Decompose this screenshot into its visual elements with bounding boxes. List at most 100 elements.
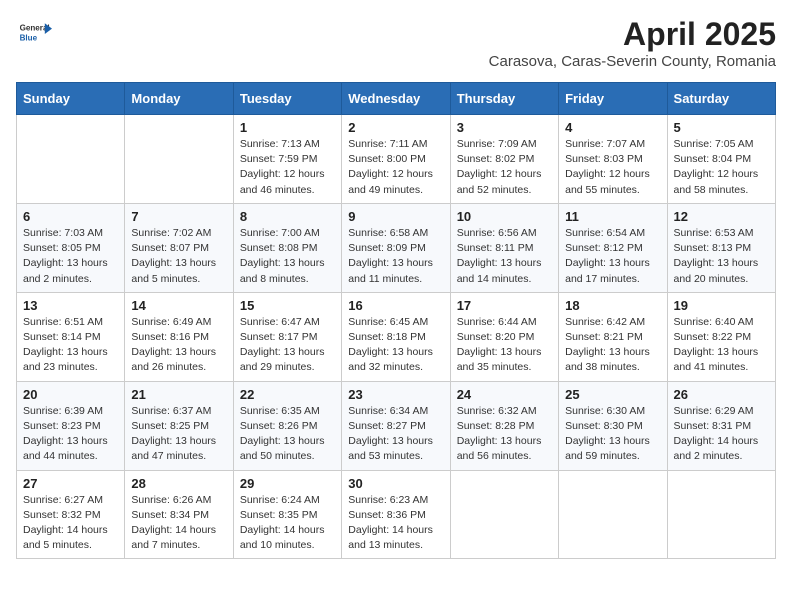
day-number: 28: [131, 476, 226, 491]
day-number: 6: [23, 209, 118, 224]
calendar-cell: [450, 470, 558, 559]
day-number: 23: [348, 387, 443, 402]
day-info: Sunrise: 7:03 AM Sunset: 8:05 PM Dayligh…: [23, 226, 118, 287]
calendar-cell: 22 Sunrise: 6:35 AM Sunset: 8:26 PM Dayli…: [233, 381, 341, 470]
day-number: 11: [565, 209, 660, 224]
day-number: 21: [131, 387, 226, 402]
day-info: Sunrise: 6:24 AM Sunset: 8:35 PM Dayligh…: [240, 493, 335, 554]
calendar-header-saturday: Saturday: [667, 83, 775, 115]
day-info: Sunrise: 6:49 AM Sunset: 8:16 PM Dayligh…: [131, 315, 226, 376]
calendar-cell: [667, 470, 775, 559]
day-info: Sunrise: 6:40 AM Sunset: 8:22 PM Dayligh…: [674, 315, 769, 376]
calendar-cell: 17Sunrise: 6:44 AM Sunset: 8:20 PM Dayli…: [450, 292, 558, 381]
day-info: Sunrise: 7:07 AM Sunset: 8:03 PM Dayligh…: [565, 137, 660, 198]
day-info: Sunrise: 6:39 AM Sunset: 8:23 PM Dayligh…: [23, 404, 118, 465]
calendar-header-thursday: Thursday: [450, 83, 558, 115]
calendar-header-sunday: Sunday: [17, 83, 125, 115]
day-number: 26: [674, 387, 769, 402]
day-number: 8: [240, 209, 335, 224]
calendar-cell: 26 Sunrise: 6:29 AM Sunset: 8:31 PM Dayli…: [667, 381, 775, 470]
calendar-cell: [559, 470, 667, 559]
logo: General Blue: [16, 16, 52, 52]
calendar-cell: 4Sunrise: 7:07 AM Sunset: 8:03 PM Daylig…: [559, 115, 667, 204]
calendar-week-row: 13 Sunrise: 6:51 AM Sunset: 8:14 PM Dayli…: [17, 292, 776, 381]
day-info: Sunrise: 7:02 AM Sunset: 8:07 PM Dayligh…: [131, 226, 226, 287]
day-number: 3: [457, 120, 552, 135]
day-number: 20: [23, 387, 118, 402]
day-info: Sunrise: 6:56 AM Sunset: 8:11 PM Dayligh…: [457, 226, 552, 287]
day-info: Sunrise: 6:32 AM Sunset: 8:28 PM Dayligh…: [457, 404, 552, 465]
month-title: April 2025: [489, 16, 776, 53]
calendar-week-row: 20 Sunrise: 6:39 AM Sunset: 8:23 PM Dayli…: [17, 381, 776, 470]
day-info: Sunrise: 6:30 AM Sunset: 8:30 PM Dayligh…: [565, 404, 660, 465]
calendar-header-row: SundayMondayTuesdayWednesdayThursdayFrid…: [17, 83, 776, 115]
day-number: 22: [240, 387, 335, 402]
calendar-cell: 18Sunrise: 6:42 AM Sunset: 8:21 PM Dayli…: [559, 292, 667, 381]
day-info: Sunrise: 6:23 AM Sunset: 8:36 PM Dayligh…: [348, 493, 443, 554]
day-info: Sunrise: 6:44 AM Sunset: 8:20 PM Dayligh…: [457, 315, 552, 376]
calendar-week-row: 6 Sunrise: 7:03 AM Sunset: 8:05 PM Daylig…: [17, 203, 776, 292]
day-info: Sunrise: 7:00 AM Sunset: 8:08 PM Dayligh…: [240, 226, 335, 287]
day-info: Sunrise: 7:05 AM Sunset: 8:04 PM Dayligh…: [674, 137, 769, 198]
calendar-cell: 3 Sunrise: 7:09 AM Sunset: 8:02 PM Daylig…: [450, 115, 558, 204]
calendar-cell: 29 Sunrise: 6:24 AM Sunset: 8:35 PM Dayli…: [233, 470, 341, 559]
calendar-week-row: 27Sunrise: 6:27 AM Sunset: 8:32 PM Dayli…: [17, 470, 776, 559]
day-number: 1: [240, 120, 335, 135]
calendar-cell: 5 Sunrise: 7:05 AM Sunset: 8:04 PM Daylig…: [667, 115, 775, 204]
day-info: Sunrise: 6:29 AM Sunset: 8:31 PM Dayligh…: [674, 404, 769, 465]
day-info: Sunrise: 6:37 AM Sunset: 8:25 PM Dayligh…: [131, 404, 226, 465]
day-number: 14: [131, 298, 226, 313]
calendar-cell: [125, 115, 233, 204]
calendar-cell: 23 Sunrise: 6:34 AM Sunset: 8:27 PM Dayli…: [342, 381, 450, 470]
day-number: 2: [348, 120, 443, 135]
calendar-week-row: 1 Sunrise: 7:13 AM Sunset: 7:59 PM Daylig…: [17, 115, 776, 204]
calendar-cell: 16 Sunrise: 6:45 AM Sunset: 8:18 PM Dayli…: [342, 292, 450, 381]
day-info: Sunrise: 7:11 AM Sunset: 8:00 PM Dayligh…: [348, 137, 443, 198]
calendar-cell: 11 Sunrise: 6:54 AM Sunset: 8:12 PM Dayli…: [559, 203, 667, 292]
day-number: 7: [131, 209, 226, 224]
page-header: General Blue April 2025 Carasova, Caras-…: [16, 16, 776, 70]
day-number: 19: [674, 298, 769, 313]
day-info: Sunrise: 6:34 AM Sunset: 8:27 PM Dayligh…: [348, 404, 443, 465]
calendar-cell: 12Sunrise: 6:53 AM Sunset: 8:13 PM Dayli…: [667, 203, 775, 292]
day-number: 15: [240, 298, 335, 313]
calendar-cell: 30Sunrise: 6:23 AM Sunset: 8:36 PM Dayli…: [342, 470, 450, 559]
calendar-header-wednesday: Wednesday: [342, 83, 450, 115]
calendar-header-tuesday: Tuesday: [233, 83, 341, 115]
calendar-cell: 21 Sunrise: 6:37 AM Sunset: 8:25 PM Dayli…: [125, 381, 233, 470]
day-number: 18: [565, 298, 660, 313]
day-info: Sunrise: 6:26 AM Sunset: 8:34 PM Dayligh…: [131, 493, 226, 554]
calendar-cell: 28 Sunrise: 6:26 AM Sunset: 8:34 PM Dayli…: [125, 470, 233, 559]
calendar-cell: 2 Sunrise: 7:11 AM Sunset: 8:00 PM Daylig…: [342, 115, 450, 204]
day-info: Sunrise: 6:45 AM Sunset: 8:18 PM Dayligh…: [348, 315, 443, 376]
day-info: Sunrise: 7:13 AM Sunset: 7:59 PM Dayligh…: [240, 137, 335, 198]
calendar-cell: 19 Sunrise: 6:40 AM Sunset: 8:22 PM Dayli…: [667, 292, 775, 381]
day-number: 16: [348, 298, 443, 313]
day-info: Sunrise: 6:35 AM Sunset: 8:26 PM Dayligh…: [240, 404, 335, 465]
calendar-cell: 10 Sunrise: 6:56 AM Sunset: 8:11 PM Dayli…: [450, 203, 558, 292]
calendar-cell: 13 Sunrise: 6:51 AM Sunset: 8:14 PM Dayli…: [17, 292, 125, 381]
calendar-cell: 20 Sunrise: 6:39 AM Sunset: 8:23 PM Dayli…: [17, 381, 125, 470]
calendar-cell: 27Sunrise: 6:27 AM Sunset: 8:32 PM Dayli…: [17, 470, 125, 559]
day-number: 24: [457, 387, 552, 402]
day-info: Sunrise: 6:53 AM Sunset: 8:13 PM Dayligh…: [674, 226, 769, 287]
day-number: 25: [565, 387, 660, 402]
day-info: Sunrise: 6:54 AM Sunset: 8:12 PM Dayligh…: [565, 226, 660, 287]
calendar-cell: 24 Sunrise: 6:32 AM Sunset: 8:28 PM Dayli…: [450, 381, 558, 470]
calendar-cell: 8 Sunrise: 7:00 AM Sunset: 8:08 PM Daylig…: [233, 203, 341, 292]
day-info: Sunrise: 6:47 AM Sunset: 8:17 PM Dayligh…: [240, 315, 335, 376]
day-number: 5: [674, 120, 769, 135]
calendar-header-friday: Friday: [559, 83, 667, 115]
day-number: 29: [240, 476, 335, 491]
day-info: Sunrise: 6:51 AM Sunset: 8:14 PM Dayligh…: [23, 315, 118, 376]
calendar-cell: 7 Sunrise: 7:02 AM Sunset: 8:07 PM Daylig…: [125, 203, 233, 292]
svg-text:Blue: Blue: [20, 33, 38, 42]
calendar-cell: [17, 115, 125, 204]
day-info: Sunrise: 7:09 AM Sunset: 8:02 PM Dayligh…: [457, 137, 552, 198]
calendar-cell: 15 Sunrise: 6:47 AM Sunset: 8:17 PM Dayli…: [233, 292, 341, 381]
day-number: 10: [457, 209, 552, 224]
day-info: Sunrise: 6:58 AM Sunset: 8:09 PM Dayligh…: [348, 226, 443, 287]
day-number: 13: [23, 298, 118, 313]
calendar-cell: 6 Sunrise: 7:03 AM Sunset: 8:05 PM Daylig…: [17, 203, 125, 292]
day-number: 27: [23, 476, 118, 491]
